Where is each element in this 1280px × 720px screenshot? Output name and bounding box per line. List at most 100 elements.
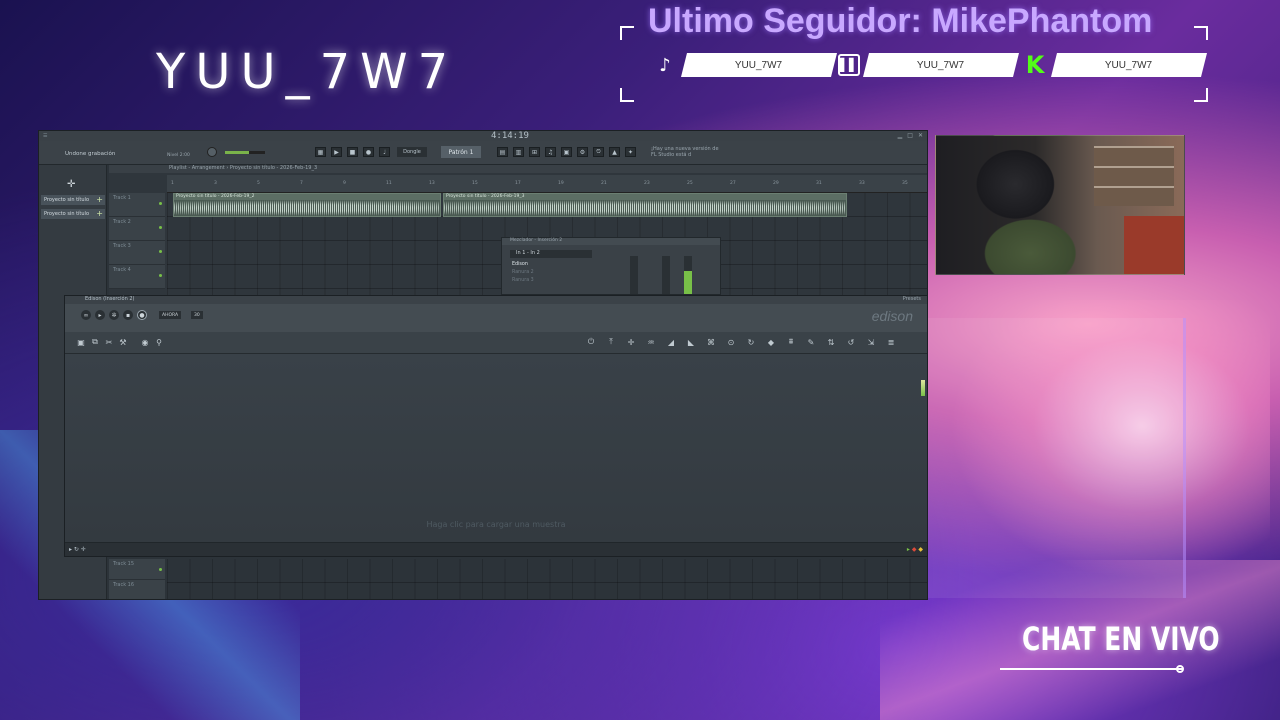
master-pitch-slider[interactable] xyxy=(225,151,265,154)
input-mode-select[interactable]: AHORA xyxy=(159,311,182,319)
mixer-slot[interactable]: Ranura 2 xyxy=(506,270,602,277)
drag-icon[interactable]: ⇅ xyxy=(825,336,837,348)
tiktok-icon: ♪ xyxy=(659,54,671,76)
render-icon[interactable]: ✦ xyxy=(625,147,636,157)
track-mute-led[interactable] xyxy=(159,568,162,571)
piano-icon[interactable]: ▦ xyxy=(315,147,326,157)
mixer-slot[interactable]: Ranura 3 xyxy=(506,278,602,285)
news-panel[interactable]: ¡Hay una nueva versión de FL Studio está… xyxy=(651,146,721,158)
add-icon[interactable]: ✛ xyxy=(67,179,75,190)
playlist-icon[interactable]: ▤ xyxy=(497,147,508,157)
cpu-icon[interactable]: ▲ xyxy=(609,147,620,157)
mixer-window[interactable]: Mezclador - Inserción 2 In 1 - In 2 Edis… xyxy=(501,237,721,295)
edison-toolbar: ▣ ⧉ ✂ ⚒ ◉ ⚲ ⏻ ⤒ ✛ ♒ ◢ ◣ ⌘ ⊙ ↻ ◆ ⩩ ✎ ⇅ ↺ … xyxy=(65,332,927,354)
presets-menu[interactable]: Presets xyxy=(903,296,921,302)
mixer-channel-master[interactable] xyxy=(630,256,638,294)
daw-toolbar: Undone grabación Nivel 2:00 ▦ ▶ ■ ● ♩ Do… xyxy=(39,141,927,165)
input-value-field[interactable]: 30 xyxy=(191,311,203,319)
track-header[interactable]: Track 1 xyxy=(109,193,165,217)
menu-icon[interactable]: ☰ xyxy=(43,133,47,139)
frame-corner xyxy=(1194,88,1208,102)
stop-icon[interactable]: ■ xyxy=(347,147,358,157)
close-icon[interactable]: ✕ xyxy=(918,132,923,139)
loop-tool-icon[interactable]: ↻ xyxy=(745,336,757,348)
chat-underline xyxy=(1000,668,1182,670)
ruler-tick: 13 xyxy=(429,181,435,186)
track-mute-led[interactable] xyxy=(159,202,162,205)
audio-clip[interactable]: Proyecto sin título - 2026-Feb-19_3 xyxy=(443,193,847,217)
zoom-icon[interactable]: ⚲ xyxy=(153,336,165,348)
play-icon[interactable]: ▸ xyxy=(95,310,105,320)
track-mute-led[interactable] xyxy=(159,226,162,229)
snap-mode-select[interactable]: Dongle xyxy=(397,147,427,157)
normalize-icon[interactable]: ⤒ xyxy=(605,336,617,348)
window-controls: ▁ □ ✕ xyxy=(898,132,923,139)
settings-icon[interactable]: ✲ xyxy=(109,310,119,320)
plugin-icon[interactable]: ⚙ xyxy=(577,147,588,157)
browser-item[interactable]: Proyecto sin título + xyxy=(41,195,105,205)
track-header[interactable]: Track 15 xyxy=(109,559,165,580)
scope-icon[interactable]: ◉ xyxy=(139,336,151,348)
tempo-icon[interactable]: ⏲ xyxy=(593,147,604,157)
metronome-icon[interactable]: ♩ xyxy=(379,147,390,157)
audio-clip[interactable]: Proyecto sin título - 2026-Feb-19_2 xyxy=(173,193,441,217)
track-mute-led[interactable] xyxy=(159,274,162,277)
edison-markers[interactable]: ▸ ◆ ◆ xyxy=(907,546,923,553)
edison-navigation[interactable]: ▸ ↻ ✛ xyxy=(69,546,86,553)
copy-icon[interactable]: ⧉ xyxy=(89,336,101,348)
power-icon[interactable]: ⏻ xyxy=(585,336,597,348)
mixer-channel-insert-1[interactable] xyxy=(662,256,670,294)
play-icon[interactable]: ▶ xyxy=(331,147,342,157)
mixer-icon[interactable]: ⊞ xyxy=(529,147,540,157)
declick-icon[interactable]: ⌘ xyxy=(705,336,717,348)
maximize-icon[interactable]: □ xyxy=(907,132,913,139)
eq-icon[interactable]: ♒ xyxy=(645,336,657,348)
mixer-slot[interactable]: Edison xyxy=(506,262,602,269)
record-icon[interactable]: ● xyxy=(137,310,147,320)
piano-roll-icon[interactable]: ♫ xyxy=(545,147,556,157)
browser-item[interactable]: Proyecto sin título + xyxy=(41,209,105,219)
fade-in-icon[interactable]: ◢ xyxy=(665,336,677,348)
fade-out-icon[interactable]: ◣ xyxy=(685,336,697,348)
channel-rack-icon[interactable]: ▥ xyxy=(513,147,524,157)
save-icon[interactable]: ▣ xyxy=(75,336,87,348)
plus-icon[interactable]: + xyxy=(96,195,103,204)
playlist-grid[interactable] xyxy=(167,559,927,599)
minimize-icon[interactable]: ▁ xyxy=(898,132,903,139)
edison-window[interactable]: Edison (Inserción 2) Presets ∞ ▸ ✲ ▪ ● A… xyxy=(64,295,927,557)
send-icon[interactable]: ⇲ xyxy=(865,336,877,348)
master-volume-knob[interactable] xyxy=(207,147,217,157)
cut-icon[interactable]: ✂ xyxy=(103,336,115,348)
stop-icon[interactable]: ▪ xyxy=(123,310,133,320)
ruler-tick: 31 xyxy=(816,181,822,186)
tools-icon[interactable]: ⚒ xyxy=(117,336,129,348)
chat-panel xyxy=(928,318,1186,598)
ruler-tick: 9 xyxy=(343,181,346,186)
chat-underline-dot xyxy=(1176,665,1184,673)
record-icon[interactable]: ● xyxy=(363,147,374,157)
plus-icon[interactable]: + xyxy=(96,209,103,218)
timeline-ruler[interactable]: 1 3 5 7 9 11 13 15 17 19 21 23 25 27 29 31 33 35 xyxy=(167,175,927,193)
track-header[interactable]: Track 2 xyxy=(109,217,165,241)
load-sample-hint: Haga clic para cargar una muestra xyxy=(426,520,566,529)
mixer-channel-insert-2[interactable] xyxy=(684,256,692,294)
amplify-icon[interactable]: ✛ xyxy=(625,336,637,348)
options-icon[interactable]: ≣ xyxy=(885,336,897,348)
browser-icon[interactable]: ▣ xyxy=(561,147,572,157)
playlist-lower-tracks[interactable]: Track 15 Track 16 xyxy=(109,559,927,599)
refresh-icon[interactable]: ↺ xyxy=(845,336,857,348)
daw-window[interactable]: ☰ 4:14:19 ▁ □ ✕ Undone grabación Nivel 2… xyxy=(38,130,928,600)
tune-icon[interactable]: ⊙ xyxy=(725,336,737,348)
time-display: 4:14:19 xyxy=(491,131,529,141)
pen-icon[interactable]: ✎ xyxy=(805,336,817,348)
track-header[interactable]: Track 16 xyxy=(109,580,165,599)
blur-icon[interactable]: ◆ xyxy=(765,336,777,348)
mixer-route-select[interactable]: In 1 - In 2 xyxy=(510,250,592,258)
track-mute-led[interactable] xyxy=(159,250,162,253)
pattern-selector[interactable]: Patrón 1 xyxy=(441,146,481,158)
track-header[interactable]: Track 3 xyxy=(109,241,165,265)
edison-waveform-canvas[interactable]: Haga clic para cargar una muestra xyxy=(65,354,927,542)
spectrum-icon[interactable]: ⩩ xyxy=(785,336,797,348)
loop-icon[interactable]: ∞ xyxy=(81,310,91,320)
track-header[interactable]: Track 4 xyxy=(109,265,165,289)
